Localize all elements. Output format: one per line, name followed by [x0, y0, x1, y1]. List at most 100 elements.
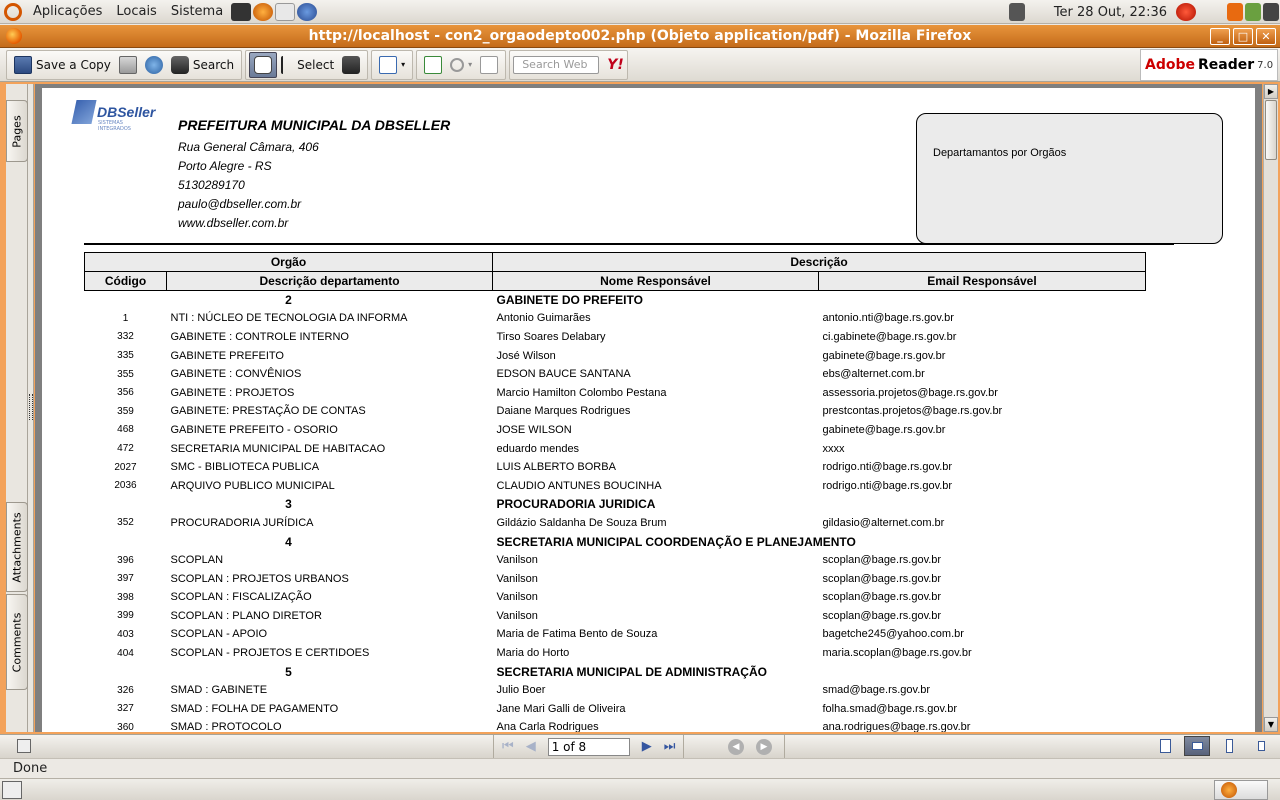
- previous-page-icon[interactable]: ◀: [526, 739, 536, 754]
- panel-toggle-button[interactable]: [17, 739, 31, 753]
- firefox-icon[interactable]: [6, 28, 22, 44]
- maximize-button[interactable]: □: [1233, 28, 1253, 45]
- save-copy-button[interactable]: Save a Copy: [10, 52, 115, 78]
- reader-version-label: 7.0: [1257, 59, 1274, 71]
- panel-right: Ter 28 Out, 22:36: [1008, 0, 1280, 24]
- table-row: 326 SMAD : GABINETE Julio Boer smad@bage.rs…: [85, 681, 1146, 700]
- firefox-launcher-icon[interactable]: [253, 2, 274, 21]
- group-row: 4 SECRETARIA MUNICIPAL COORDENAÇÃO E PLAN…: [85, 532, 1146, 551]
- yahoo-logo[interactable]: Y!: [607, 57, 624, 73]
- splitter-grip[interactable]: [29, 394, 33, 420]
- menu-applications[interactable]: Aplicações: [26, 4, 109, 19]
- adobe-reader-brand: Adobe Reader 7.0: [1140, 49, 1278, 81]
- departments-table: Orgão Descrição Código Descrição departa…: [84, 252, 1146, 732]
- email-button[interactable]: [141, 52, 167, 78]
- network-icon[interactable]: [1008, 3, 1025, 21]
- org-city: Porto Alegre - RS: [178, 159, 272, 173]
- terminal-launcher-icon[interactable]: [231, 2, 252, 21]
- close-button[interactable]: ✕: [1256, 28, 1276, 45]
- adobe-brand-label: Adobe: [1145, 57, 1195, 73]
- table-row: 327 SMAD : FOLHA DE PAGAMENTO Jane Mari Ga…: [85, 700, 1146, 719]
- ubuntu-logo-icon[interactable]: [4, 2, 22, 21]
- group-row: 2 GABINETE DO PREFEITO: [85, 291, 1146, 310]
- search-button[interactable]: Search: [167, 52, 238, 78]
- dept-code: 399: [117, 610, 134, 622]
- tab-pages[interactable]: Pages: [6, 100, 28, 162]
- snapshot-button[interactable]: [338, 52, 364, 78]
- minimize-button[interactable]: _: [1210, 28, 1230, 45]
- dept-code: 352: [117, 517, 134, 529]
- top-panel: Aplicações Locais Sistema Ter 28 Out, 22…: [0, 0, 1280, 24]
- search-label: Search: [192, 57, 235, 72]
- dbseller-logo: DBSeller SISTEMAS INTEGRADOS: [71, 100, 155, 132]
- document-viewport[interactable]: DBSeller SISTEMAS INTEGRADOS PREFEITURA …: [35, 84, 1262, 732]
- first-page-icon[interactable]: ⏮: [502, 739, 514, 754]
- scroll-up-button[interactable]: ▶: [1264, 84, 1278, 99]
- chevron-down-icon: ▾: [468, 60, 473, 69]
- responsible-email: ana.rodrigues@bage.rs.gov.br: [822, 721, 971, 732]
- vertical-scrollbar[interactable]: ▶ ▼: [1263, 84, 1278, 732]
- window-list-icon[interactable]: [1263, 3, 1279, 21]
- report-title-box: Departamantos por Orgãos: [916, 113, 1223, 244]
- single-page-button[interactable]: [1152, 736, 1178, 756]
- next-page-icon[interactable]: ▶: [642, 739, 652, 754]
- tab-attachments[interactable]: Attachments: [6, 502, 28, 592]
- continuous-facing-button[interactable]: [1248, 736, 1274, 756]
- responsible-name: Ana Carla Rodrigues: [496, 721, 599, 732]
- status-text: Done: [13, 761, 48, 776]
- table-row: 2036 ARQUIVO PUBLICO MUNICIPAL CLAUDIO ANT…: [85, 476, 1146, 495]
- update-icon[interactable]: [1227, 3, 1243, 21]
- group-name: SECRETARIA MUNICIPAL DE ADMINISTRAÇÃO: [496, 664, 767, 679]
- print-button[interactable]: [115, 52, 141, 78]
- col-codigo: Código: [84, 271, 167, 291]
- hand-icon: [254, 55, 273, 74]
- responsible-name: José Wilson: [496, 349, 556, 362]
- previous-view-icon[interactable]: ◀: [728, 738, 744, 755]
- responsible-email: gildasio@alternet.com.br: [822, 516, 945, 529]
- help-launcher-icon[interactable]: [297, 2, 318, 21]
- scroll-thumb[interactable]: [1265, 100, 1277, 160]
- scroll-down-button[interactable]: ▼: [1264, 717, 1278, 732]
- table-row: 403 SCOPLAN - APOIO Maria de Fatima Bento …: [85, 625, 1146, 644]
- page-layout-buttons: [1152, 736, 1274, 756]
- menu-places[interactable]: Locais: [109, 4, 163, 19]
- pages-menu-button[interactable]: ▾: [375, 52, 409, 78]
- continuous-facing-icon: [1257, 741, 1265, 751]
- responsible-email: gabinete@bage.rs.gov.br: [822, 349, 946, 362]
- continuous-button[interactable]: [1184, 736, 1210, 756]
- dept-code: 2027: [114, 461, 137, 473]
- responsible-email: scoplan@bage.rs.gov.br: [822, 572, 942, 585]
- table-row: 397 SCOPLAN : PROJETOS URBANOS Vanilson sco…: [85, 569, 1146, 588]
- tab-comments[interactable]: Comments: [6, 594, 28, 690]
- page-controls: ⏮ ◀ 1 of 8 ▶ ⏭: [493, 735, 685, 758]
- pages-icon: [379, 55, 398, 74]
- dept-code: 403: [117, 628, 134, 640]
- mail-launcher-icon[interactable]: [275, 2, 296, 21]
- power-icon[interactable]: [1176, 3, 1196, 21]
- menu-system[interactable]: Sistema: [164, 4, 230, 19]
- table-row: 352 PROCURADORIA JURÍDICA Gildázio Saldanh…: [85, 514, 1146, 533]
- taskbar-firefox-item[interactable]: [1214, 780, 1268, 800]
- hand-tool-button[interactable]: [249, 51, 278, 78]
- copy-button[interactable]: [476, 52, 502, 78]
- facing-button[interactable]: [1216, 736, 1242, 756]
- spellcheck-button[interactable]: [420, 52, 446, 78]
- responsible-name: Gildázio Saldanha De Souza Brum: [496, 516, 667, 529]
- responsible-name: Julio Boer: [496, 684, 546, 697]
- last-page-icon[interactable]: ⏭: [664, 739, 676, 754]
- group-row: 3 PROCURADORIA JURIDICA: [85, 495, 1146, 514]
- select-tool-button[interactable]: Select: [277, 52, 338, 78]
- clock[interactable]: Ter 28 Out, 22:36: [1046, 5, 1175, 20]
- notification-icon[interactable]: [1245, 3, 1261, 21]
- dept-code: 1: [122, 312, 129, 324]
- select-label: Select: [297, 57, 335, 72]
- dept-description: SCOPLAN : PLANO DIRETOR: [170, 609, 322, 622]
- undo-button[interactable]: ▾: [446, 52, 476, 78]
- page-number-input[interactable]: 1 of 8: [547, 737, 630, 756]
- search-web-input[interactable]: Search Web: [513, 55, 600, 74]
- col-nome-responsavel: Nome Responsável: [492, 271, 819, 291]
- next-view-icon[interactable]: ▶: [756, 738, 772, 755]
- show-desktop-button[interactable]: [2, 781, 22, 799]
- panel-splitter[interactable]: [28, 84, 34, 732]
- tab-attachments-label: Attachments: [10, 511, 24, 583]
